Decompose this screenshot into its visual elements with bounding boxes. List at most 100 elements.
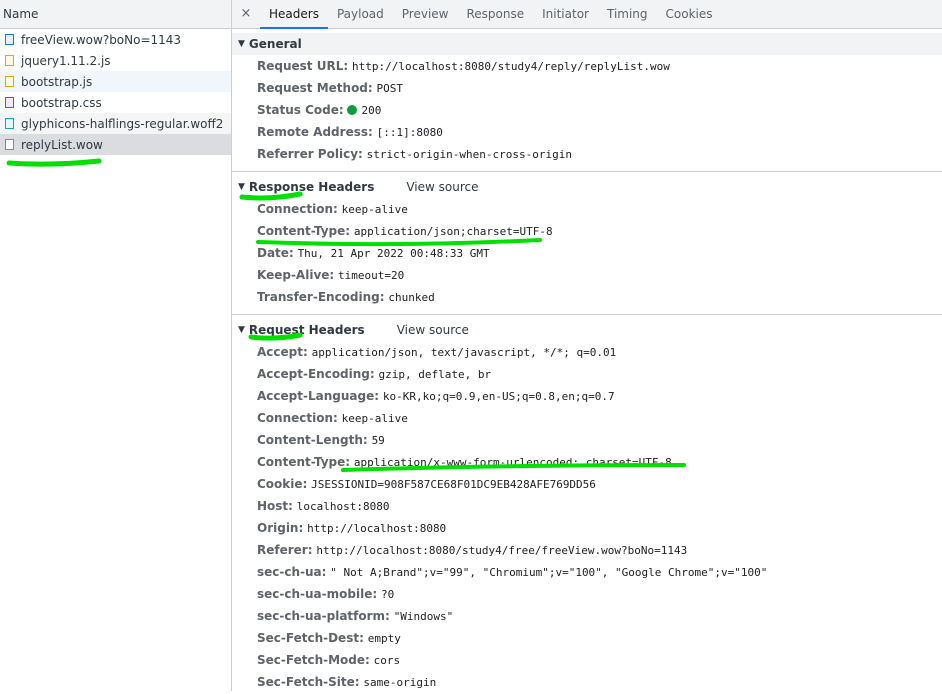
header-key: Accept: — [257, 345, 308, 359]
request-header-row: Origin: http://localhost:8080 — [232, 517, 942, 539]
triangle-down-icon: ▼ — [238, 39, 245, 49]
request-header-row: Accept: application/json, text/javascrip… — [232, 341, 942, 363]
header-value: [::1]:8080 — [376, 126, 443, 139]
header-key: sec-ch-ua-platform: — [257, 609, 390, 623]
section-divider — [232, 171, 942, 172]
request-header-row: Content-Length: 59 — [232, 429, 942, 451]
header-value: same-origin — [363, 676, 437, 689]
header-value: " Not A;Brand";v="99", "Chromium";v="100… — [330, 566, 768, 579]
header-value: application/x-www-form-urlencoded; chars… — [353, 456, 672, 469]
general-row: Request Method: POST — [232, 77, 942, 99]
header-key: Status Code: — [257, 103, 344, 117]
script-file-icon — [5, 76, 14, 87]
header-key: Content-Length: — [257, 433, 368, 447]
close-icon[interactable]: × — [232, 0, 260, 28]
xhr-file-icon — [5, 139, 14, 150]
header-key: Referer: — [257, 543, 313, 557]
request-row-bootstrap-js[interactable]: bootstrap.js — [0, 71, 231, 92]
view-source-link[interactable]: View source — [406, 180, 478, 194]
request-row-replylist[interactable]: replyList.wow — [0, 134, 231, 155]
request-header-row: Sec-Fetch-Mode: cors — [232, 649, 942, 671]
header-value: gzip, deflate, br — [378, 368, 492, 381]
header-key: sec-ch-ua: — [257, 565, 327, 579]
request-name: jquery1.11.2.js — [21, 53, 111, 68]
header-value: "Windows" — [393, 610, 454, 623]
header-value: http://localhost:8080/study4/reply/reply… — [351, 60, 670, 73]
header-value: timeout=20 — [338, 269, 405, 282]
view-source-link[interactable]: View source — [397, 323, 469, 337]
header-key: Sec-Fetch-Site: — [257, 675, 360, 689]
request-headers-section-header[interactable]: ▼ Request Headers View source — [232, 319, 942, 341]
header-key: Content-Type: — [257, 455, 351, 469]
request-header-row: Connection: keep-alive — [232, 407, 942, 429]
font-file-icon — [5, 118, 14, 129]
header-value: chunked — [388, 291, 435, 304]
request-header-row: Sec-Fetch-Site: same-origin — [232, 671, 942, 693]
response-header-row: Date: Thu, 21 Apr 2022 00:48:33 GMT — [232, 242, 942, 264]
request-details-panel: × Headers Payload Preview Response Initi… — [232, 0, 942, 691]
header-value: cors — [373, 654, 401, 667]
header-key: Cookie: — [257, 477, 308, 491]
general-row: Status Code: 200 — [232, 99, 942, 121]
header-value: application/json, text/javascript, */*; … — [311, 346, 617, 359]
request-header-row: Host: localhost:8080 — [232, 495, 942, 517]
header-value: POST — [376, 82, 404, 95]
header-value: JSESSIONID=908F587CE68F01DC9EB428AFE769D… — [311, 478, 596, 491]
response-header-row: Transfer-Encoding: chunked — [232, 286, 942, 308]
tab-cookies[interactable]: Cookies — [657, 0, 722, 28]
header-key: Origin: — [257, 521, 304, 535]
request-row-jquery[interactable]: jquery1.11.2.js — [0, 50, 231, 71]
section-title: General — [248, 37, 302, 51]
request-row-glyphicons[interactable]: glyphicons-halflings-regular.woff2 — [0, 113, 231, 134]
header-key: Request Method: — [257, 81, 373, 95]
section-title: Request Headers — [248, 323, 365, 337]
header-key: Connection: — [257, 202, 338, 216]
header-value: keep-alive — [341, 412, 408, 425]
name-column-header[interactable]: Name — [0, 0, 231, 29]
tab-timing[interactable]: Timing — [598, 0, 657, 28]
header-value: application/json;charset=UTF-8 — [353, 225, 553, 238]
general-row: Remote Address: [::1]:8080 — [232, 121, 942, 143]
request-header-row: Referer: http://localhost:8080/study4/fr… — [232, 539, 942, 561]
stylesheet-file-icon — [5, 97, 14, 108]
response-header-row: Keep-Alive: timeout=20 — [232, 264, 942, 286]
tab-initiator[interactable]: Initiator — [533, 0, 598, 28]
document-icon — [5, 34, 14, 45]
header-key: Remote Address: — [257, 125, 373, 139]
request-header-row: Content-Type: application/x-www-form-url… — [232, 451, 942, 473]
header-value: strict-origin-when-cross-origin — [366, 148, 572, 161]
header-key: Referrer Policy: — [257, 147, 363, 161]
general-row: Request URL: http://localhost:8080/study… — [232, 55, 942, 77]
tab-payload[interactable]: Payload — [328, 0, 393, 28]
tab-response[interactable]: Response — [457, 0, 533, 28]
request-row-freeview[interactable]: freeView.wow?boNo=1143 — [0, 29, 231, 50]
tab-preview[interactable]: Preview — [393, 0, 458, 28]
request-row-bootstrap-css[interactable]: bootstrap.css — [0, 92, 231, 113]
header-value: empty — [367, 632, 401, 645]
section-divider — [232, 314, 942, 315]
general-section-header[interactable]: ▼ General — [232, 33, 942, 55]
header-key: Date: — [257, 246, 294, 260]
header-key: Connection: — [257, 411, 338, 425]
script-file-icon — [5, 55, 14, 66]
header-key: sec-ch-ua-mobile: — [257, 587, 378, 601]
response-header-row: Connection: keep-alive — [232, 198, 942, 220]
header-value: http://localhost:8080/study4/free/freeVi… — [316, 544, 688, 557]
status-ok-icon — [347, 105, 358, 115]
triangle-down-icon: ▼ — [238, 182, 245, 192]
header-key: Content-Type: — [257, 224, 351, 238]
request-header-row: sec-ch-ua-platform: "Windows" — [232, 605, 942, 627]
header-value: 59 — [371, 434, 385, 447]
header-key: Accept-Language: — [257, 389, 380, 403]
response-headers-section-header[interactable]: ▼ Response Headers View source — [232, 176, 942, 198]
response-header-row: Content-Type: application/json;charset=U… — [232, 220, 942, 242]
header-key: Transfer-Encoding: — [257, 290, 385, 304]
section-title: Response Headers — [248, 180, 375, 194]
request-header-row: Accept-Encoding: gzip, deflate, br — [232, 363, 942, 385]
request-list-panel: Name freeView.wow?boNo=1143 jquery1.11.2… — [0, 0, 232, 691]
header-value: ko-KR,ko;q=0.9,en-US;q=0.8,en;q=0.7 — [382, 390, 615, 403]
request-header-row: Accept-Language: ko-KR,ko;q=0.9,en-US;q=… — [232, 385, 942, 407]
request-name: glyphicons-halflings-regular.woff2 — [21, 116, 224, 131]
request-name: replyList.wow — [21, 137, 103, 152]
tab-headers[interactable]: Headers — [260, 0, 328, 29]
